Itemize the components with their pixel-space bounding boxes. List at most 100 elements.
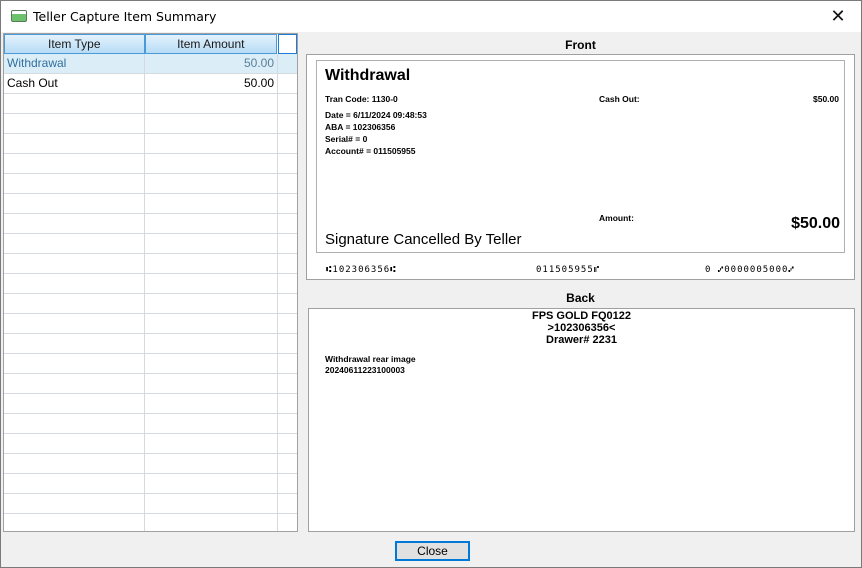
amount-value: $50.00 [791, 215, 840, 232]
empty-cell [145, 354, 278, 373]
empty-cell [145, 514, 278, 531]
empty-table-row[interactable] [4, 374, 297, 394]
column-header-item-amount[interactable]: Item Amount [144, 34, 278, 54]
cell-item-type: Cash Out [4, 74, 145, 93]
cash-out-value: $50.00 [813, 94, 839, 104]
cell-item-type: Withdrawal [4, 54, 145, 73]
empty-cell [4, 214, 145, 233]
empty-table-row[interactable] [4, 234, 297, 254]
check-heading: Withdrawal [325, 67, 411, 84]
empty-cell [145, 474, 278, 493]
empty-table-row[interactable] [4, 274, 297, 294]
empty-cell [4, 194, 145, 213]
empty-cell [145, 414, 278, 433]
front-image-panel: Withdrawal Tran Code: 1130-0 Cash Out: $… [306, 54, 855, 280]
empty-cell [4, 94, 145, 113]
empty-cell [145, 294, 278, 313]
empty-cell [278, 154, 297, 173]
empty-cell [278, 514, 297, 531]
window-app-icon [11, 10, 27, 22]
empty-cell [278, 254, 297, 273]
empty-cell [145, 394, 278, 413]
empty-cell [4, 334, 145, 353]
micr-routing: ⑆102306356⑆ [326, 265, 397, 275]
empty-table-row[interactable] [4, 354, 297, 374]
dialog-window: Teller Capture Item Summary ✕ Item Type … [0, 0, 862, 568]
empty-table-row[interactable] [4, 214, 297, 234]
empty-cell [278, 494, 297, 513]
micr-account: 011505955⑈ [536, 265, 601, 275]
empty-cell [278, 234, 297, 253]
empty-table-row[interactable] [4, 174, 297, 194]
window-title: Teller Capture Item Summary [33, 9, 217, 24]
empty-cell [145, 114, 278, 133]
back-line-1: FPS GOLD FQ0122 [531, 310, 632, 322]
empty-table-row[interactable] [4, 434, 297, 454]
cell-extra [278, 54, 297, 73]
empty-table-row[interactable] [4, 474, 297, 494]
empty-cell [278, 314, 297, 333]
empty-table-row[interactable] [4, 514, 297, 531]
empty-cell [278, 354, 297, 373]
item-grid[interactable]: Item Type Item Amount Withdrawal 50.00 C… [3, 33, 298, 532]
close-button[interactable]: Close [395, 541, 470, 561]
grid-header: Item Type Item Amount [4, 34, 297, 54]
back-line-2: >102306356< [547, 322, 616, 334]
cell-item-amount: 50.00 [145, 54, 278, 73]
check-back-image: FPS GOLD FQ0122 >102306356< Drawer# 2231… [308, 308, 855, 532]
empty-table-row[interactable] [4, 394, 297, 414]
empty-table-row[interactable] [4, 114, 297, 134]
empty-table-row[interactable] [4, 254, 297, 274]
table-row[interactable]: Withdrawal 50.00 [4, 54, 297, 74]
account-line: Account# = 011505955 [325, 146, 416, 156]
back-note-2: 20240611223100003 [325, 365, 405, 375]
back-note-1: Withdrawal rear image [325, 354, 416, 364]
empty-cell [4, 294, 145, 313]
empty-table-row[interactable] [4, 294, 297, 314]
empty-table-row[interactable] [4, 134, 297, 154]
empty-table-row[interactable] [4, 454, 297, 474]
empty-cell [145, 274, 278, 293]
close-icon[interactable]: ✕ [815, 1, 861, 32]
empty-cell [4, 274, 145, 293]
empty-cell [145, 254, 278, 273]
empty-table-row[interactable] [4, 334, 297, 354]
empty-cell [4, 514, 145, 531]
column-header-item-type[interactable]: Item Type [4, 34, 145, 54]
table-row[interactable]: Cash Out 50.00 [4, 74, 297, 94]
empty-cell [278, 194, 297, 213]
empty-cell [278, 174, 297, 193]
empty-cell [278, 274, 297, 293]
cash-out-label: Cash Out: [599, 94, 640, 104]
empty-cell [145, 494, 278, 513]
empty-cell [4, 114, 145, 133]
empty-cell [145, 94, 278, 113]
empty-cell [4, 374, 145, 393]
empty-cell [4, 234, 145, 253]
empty-cell [145, 434, 278, 453]
empty-table-row[interactable] [4, 194, 297, 214]
front-label: Front [565, 38, 596, 52]
empty-table-row[interactable] [4, 494, 297, 514]
back-line-3: Drawer# 2231 [546, 334, 617, 346]
date-line: Date = 6/11/2024 09:48:53 [325, 110, 427, 120]
empty-cell [145, 134, 278, 153]
column-header-extra[interactable] [278, 34, 297, 54]
empty-cell [278, 134, 297, 153]
empty-cell [145, 194, 278, 213]
serial-line: Serial# = 0 [325, 134, 368, 144]
aba-line: ABA = 102306356 [325, 122, 396, 132]
empty-cell [4, 134, 145, 153]
amount-label: Amount: [599, 213, 634, 223]
empty-cell [4, 394, 145, 413]
empty-table-row[interactable] [4, 414, 297, 434]
empty-table-row[interactable] [4, 94, 297, 114]
empty-cell [4, 474, 145, 493]
empty-cell [278, 294, 297, 313]
empty-table-row[interactable] [4, 314, 297, 334]
empty-cell [145, 454, 278, 473]
empty-table-row[interactable] [4, 154, 297, 174]
signature-text: Signature Cancelled By Teller [325, 231, 522, 248]
empty-cell [145, 214, 278, 233]
empty-cell [278, 434, 297, 453]
